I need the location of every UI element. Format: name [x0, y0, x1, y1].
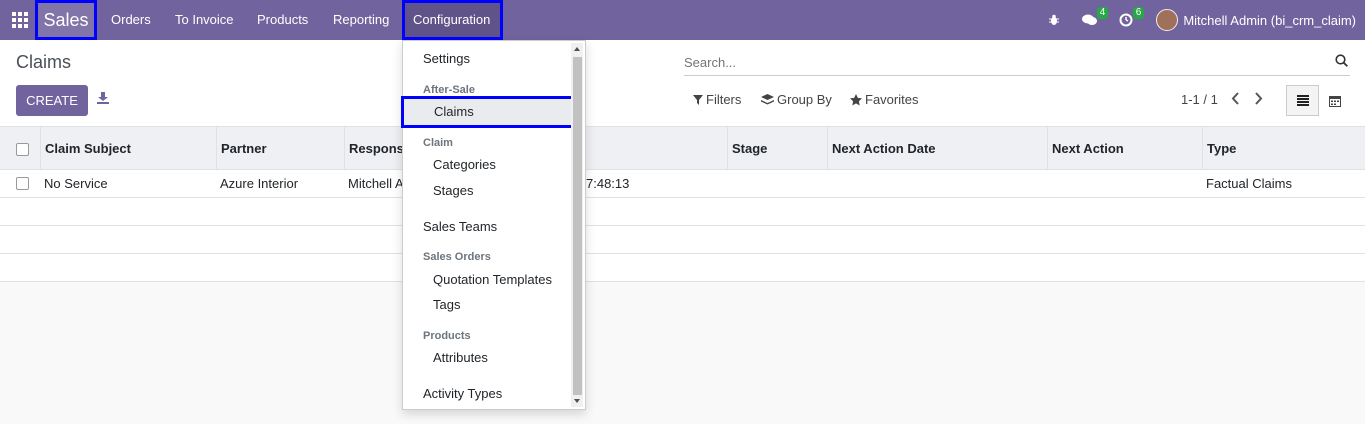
star-icon [850, 93, 862, 105]
configuration-dropdown: Settings After-Sale Claims Claim Categor… [401, 40, 586, 410]
menu-item-stages[interactable]: Stages [403, 179, 573, 203]
table-row-empty [0, 198, 1365, 226]
menu-item-claims[interactable]: Claims [401, 96, 574, 128]
user-menu[interactable]: Mitchell Admin (bi_crm_claim) [1183, 13, 1356, 28]
menu-orders[interactable]: Orders [103, 0, 159, 40]
menu-item-categories[interactable]: Categories [403, 153, 573, 177]
page-title: Claims [16, 52, 72, 72]
table-row-empty [0, 254, 1365, 282]
list-view-icon[interactable] [1286, 85, 1319, 116]
table-row[interactable]: No Service Azure Interior Mitchell A 7:4… [0, 170, 1365, 198]
pager-value[interactable]: 1-1 / 1 [1181, 92, 1218, 107]
table-row-empty [0, 226, 1365, 254]
search-icon[interactable] [1335, 54, 1348, 70]
column-header-type[interactable]: Type [1202, 127, 1362, 170]
scroll-up-icon[interactable] [574, 47, 580, 51]
column-header-next-action[interactable]: Next Action [1047, 127, 1202, 170]
menu-products[interactable]: Products [249, 0, 316, 40]
scroll-thumb[interactable] [573, 57, 582, 395]
search-input[interactable] [684, 50, 1324, 74]
navbar-systray: 4 6 Mitchell Admin (bi_crm_claim) [1042, 0, 1365, 40]
favorites-button[interactable]: Favorites [850, 92, 918, 107]
menu-item-tags[interactable]: Tags [403, 293, 573, 317]
section-header-after-sale: After-Sale [423, 84, 475, 96]
group-by-label: Group By [777, 92, 832, 107]
menu-item-settings[interactable]: Settings [403, 47, 573, 71]
menu-configuration[interactable]: Configuration [402, 0, 503, 40]
app-menu-icon[interactable] [0, 0, 40, 40]
filters-label: Filters [706, 92, 742, 107]
dropdown-scrollbar[interactable] [571, 43, 583, 407]
download-icon[interactable] [97, 92, 109, 107]
filter-icon [693, 94, 703, 105]
menu-item-sales-teams[interactable]: Sales Teams [403, 215, 573, 239]
user-avatar[interactable] [1156, 9, 1179, 31]
scroll-down-icon[interactable] [574, 399, 580, 403]
section-header-claim: Claim [423, 137, 453, 149]
menu-to-invoice[interactable]: To Invoice [167, 0, 242, 40]
control-panel: Claims CREATE Filters Group By Favorites… [0, 40, 1365, 127]
messages-badge: 4 [1096, 7, 1109, 19]
bug-icon[interactable] [1042, 0, 1066, 40]
pager-next-icon[interactable] [1253, 92, 1263, 108]
cell-responsible: Mitchell A [348, 176, 404, 191]
section-header-products: Products [423, 330, 471, 342]
messages-icon[interactable]: 4 [1078, 0, 1109, 40]
layers-icon [761, 93, 774, 104]
filters-button[interactable]: Filters [693, 92, 741, 107]
menu-reporting[interactable]: Reporting [325, 0, 397, 40]
calendar-view-icon[interactable] [1322, 85, 1348, 116]
cell-claim-subject: No Service [44, 176, 108, 191]
column-header-stage[interactable]: Stage [727, 127, 827, 170]
menu-item-activity-types[interactable]: Activity Types [403, 382, 573, 406]
column-header-claim-subject[interactable]: Claim Subject [40, 127, 216, 170]
select-all-checkbox[interactable] [16, 143, 29, 156]
pager-previous-icon[interactable] [1231, 92, 1241, 108]
group-by-button[interactable]: Group By [761, 92, 832, 107]
column-header-responsible[interactable]: Respons [344, 127, 404, 170]
brand-sales[interactable]: Sales [35, 0, 97, 40]
top-navbar: Sales Orders To Invoice Products Reporti… [0, 0, 1365, 40]
row-checkbox[interactable] [16, 177, 29, 190]
claims-table: Claim Subject Partner Respons Stage Next… [0, 127, 1365, 282]
search-bar [684, 50, 1350, 76]
column-header-next-action-date[interactable]: Next Action Date [827, 127, 1047, 170]
section-header-sales-orders: Sales Orders [423, 251, 491, 263]
activities-badge: 6 [1132, 7, 1145, 19]
create-button[interactable]: CREATE [16, 85, 88, 116]
menu-item-attributes[interactable]: Attributes [403, 346, 573, 370]
cell-date: 7:48:13 [586, 176, 630, 191]
activities-icon[interactable]: 6 [1114, 0, 1145, 40]
cell-type: Factual Claims [1206, 176, 1292, 191]
column-header-partner[interactable]: Partner [216, 127, 345, 170]
favorites-label: Favorites [865, 92, 919, 107]
menu-item-quotation-templates[interactable]: Quotation Templates [403, 268, 573, 292]
table-header: Claim Subject Partner Respons Stage Next… [0, 127, 1365, 170]
cell-partner: Azure Interior [220, 176, 299, 191]
